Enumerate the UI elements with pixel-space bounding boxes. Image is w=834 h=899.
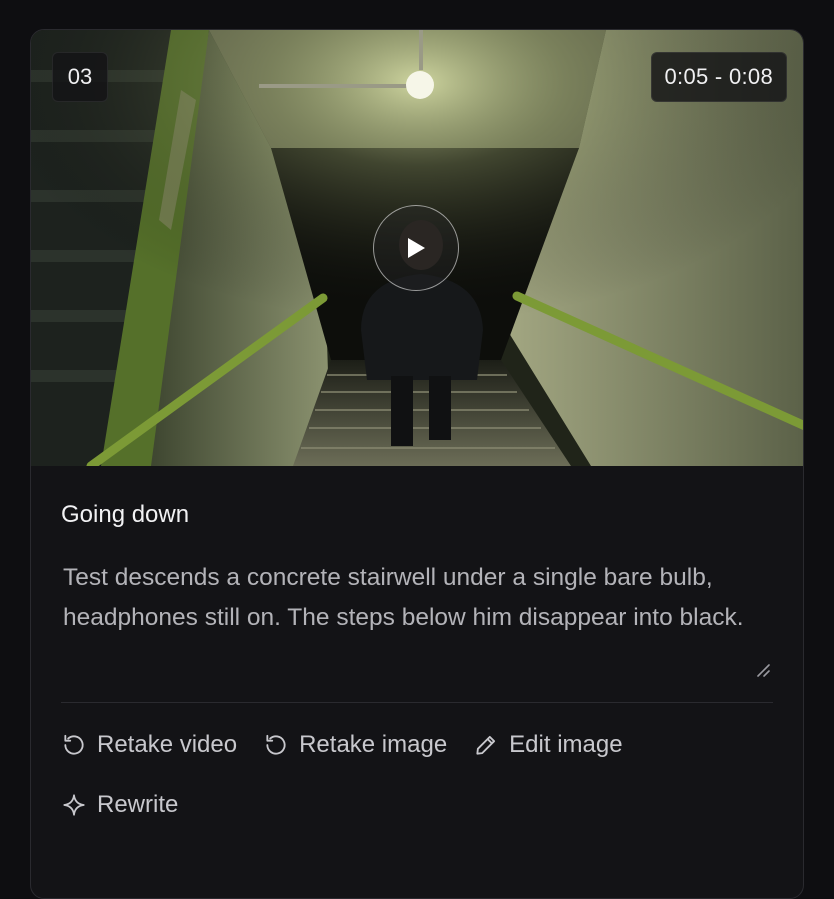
retake-image-button[interactable]: Retake image — [263, 731, 447, 759]
action-row-1: Retake video Retake image Edit image — [61, 723, 773, 767]
rotate-ccw-icon — [64, 734, 84, 755]
play-icon — [408, 238, 425, 258]
retake-video-button[interactable]: Retake video — [61, 731, 237, 759]
scene-thumbnail[interactable]: 03 0:05 - 0:08 — [31, 30, 803, 466]
edit-image-button[interactable]: Edit image — [473, 731, 623, 759]
retake-video-label: Retake video — [97, 731, 238, 758]
scene-card: 03 0:05 - 0:08 Going down Test descends … — [30, 29, 804, 899]
rewrite-label: Rewrite — [97, 791, 179, 818]
time-range-badge: 0:05 - 0:08 — [650, 52, 787, 102]
scene-details: Going down Test descends a concrete stai… — [31, 500, 803, 827]
action-bar: Retake video Retake image Edit image Rew… — [61, 703, 773, 827]
scene-number-badge: 03 — [52, 52, 108, 102]
scene-description[interactable]: Test descends a concrete stairwell under… — [61, 552, 775, 638]
resize-handle-icon[interactable] — [755, 662, 771, 678]
sparkle-icon — [63, 794, 85, 816]
action-row-2: Rewrite — [61, 783, 773, 827]
edit-image-label: Edit image — [509, 731, 623, 758]
rewrite-button[interactable]: Rewrite — [61, 791, 178, 819]
scene-title: Going down — [61, 501, 190, 528]
pencil-icon — [476, 735, 496, 755]
rotate-ccw-icon — [266, 734, 286, 755]
retake-image-label: Retake image — [299, 731, 448, 758]
description-field[interactable]: Test descends a concrete stairwell under… — [61, 552, 773, 703]
play-button[interactable] — [373, 205, 459, 291]
